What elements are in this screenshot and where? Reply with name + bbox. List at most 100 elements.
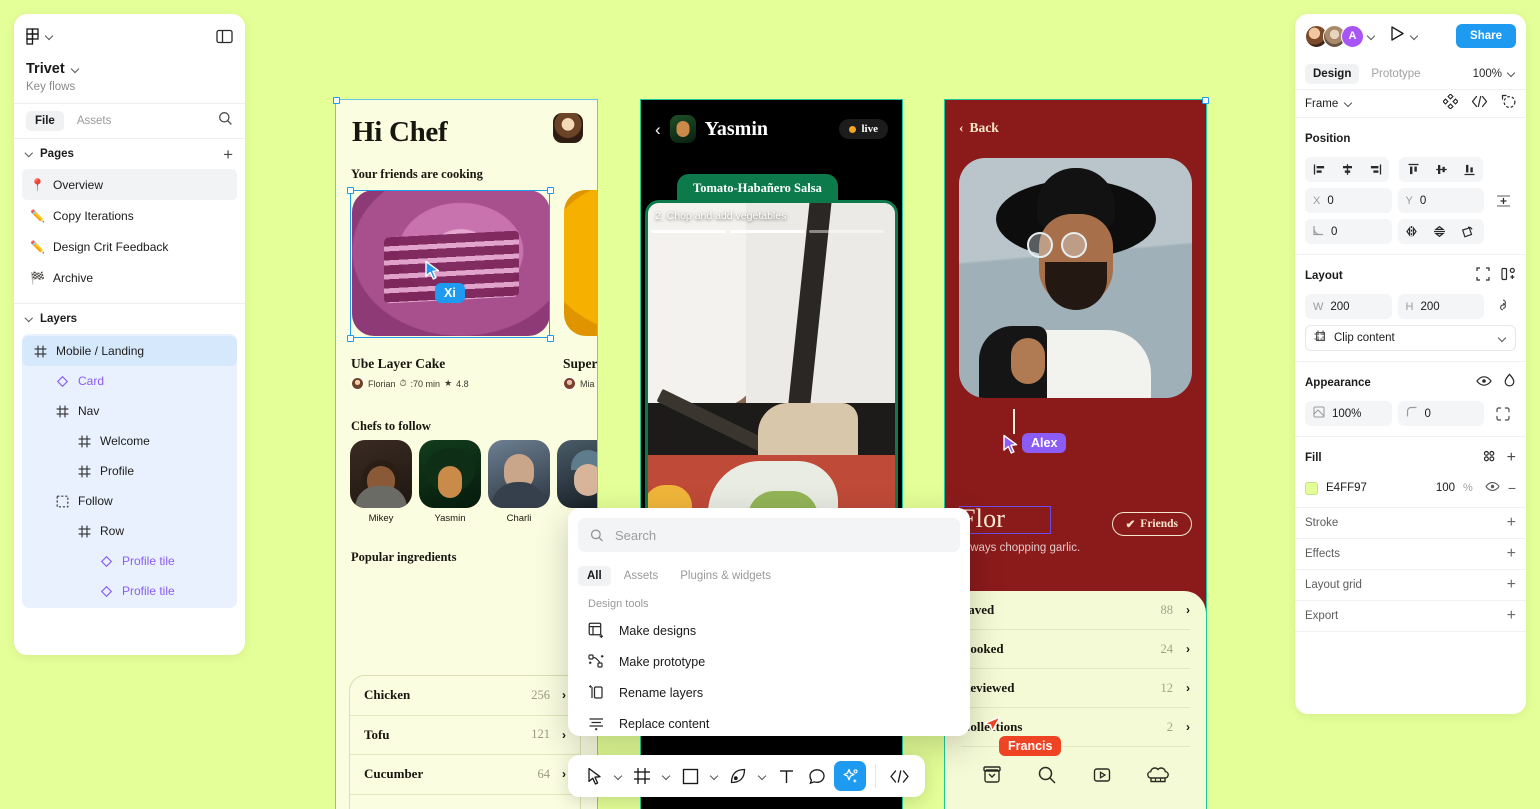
palette-tab-assets[interactable]: Assets: [615, 566, 668, 586]
individual-corners-icon[interactable]: [1490, 406, 1516, 421]
fill-color-swatch[interactable]: [1305, 481, 1318, 495]
stat-row[interactable]: Saved 88 ›: [961, 591, 1190, 630]
clip-content-dropdown[interactable]: Clip content: [1305, 325, 1516, 351]
present-button[interactable]: [1389, 25, 1405, 47]
align-middle-icon[interactable]: [1427, 157, 1455, 182]
rotation-field[interactable]: 0: [1305, 219, 1392, 244]
figma-menu-button[interactable]: [26, 27, 54, 45]
fill-visibility-eye-icon[interactable]: [1485, 479, 1500, 497]
ingredient-row[interactable]: Cucumber 64 ›: [350, 755, 580, 795]
tab-assets[interactable]: Assets: [68, 111, 121, 131]
shape-tool-chevron-down-icon[interactable]: [707, 761, 721, 791]
chevron-down-icon[interactable]: [26, 150, 34, 158]
chevron-right-icon[interactable]: ›: [562, 767, 566, 781]
palette-tab-all[interactable]: All: [578, 565, 611, 586]
fill-opacity-value[interactable]: 100: [1436, 482, 1455, 494]
profile-name-edit-box[interactable]: [959, 506, 1051, 534]
layer-item-profile-tile[interactable]: Profile tile: [22, 576, 237, 606]
layer-item-welcome[interactable]: Welcome: [22, 426, 237, 456]
create-component-icon[interactable]: [1501, 94, 1516, 114]
fill-hex-value[interactable]: E4FF97: [1326, 482, 1367, 494]
section-export[interactable]: Export +: [1295, 601, 1526, 632]
remove-fill-button[interactable]: −: [1508, 481, 1516, 495]
chevron-right-icon[interactable]: ›: [1186, 642, 1190, 656]
dev-mode-icon[interactable]: [885, 761, 913, 791]
archive-icon[interactable]: [981, 764, 1003, 786]
absolute-position-icon[interactable]: [1490, 194, 1516, 208]
toggle-panels-icon[interactable]: [216, 29, 233, 44]
opacity-field[interactable]: 100%: [1305, 401, 1392, 426]
resize-to-fit-icon[interactable]: [1476, 266, 1490, 286]
profile-hero-image[interactable]: [959, 158, 1192, 398]
stat-row[interactable]: Collections 2 ›: [961, 708, 1190, 747]
palette-item-rename-layers[interactable]: Rename layers: [568, 677, 970, 708]
add-export-button[interactable]: +: [1507, 608, 1516, 624]
selection-handle-bl[interactable]: [347, 335, 354, 342]
selection-handle-tr[interactable]: [547, 187, 554, 194]
back-chevron-icon[interactable]: ‹: [655, 121, 661, 138]
zoom-control[interactable]: 100%: [1473, 68, 1516, 80]
text-tool-icon[interactable]: [772, 761, 800, 791]
artboard-handle-tl[interactable]: [333, 97, 340, 104]
align-left-icon[interactable]: [1305, 157, 1333, 182]
palette-item-replace-content[interactable]: Replace content: [568, 708, 970, 736]
frame-tool-chevron-down-icon[interactable]: [659, 761, 673, 791]
code-icon[interactable]: [1471, 95, 1488, 113]
avatars-chevron-down-icon[interactable]: [1367, 32, 1376, 41]
palette-item-make-designs[interactable]: Make designs: [568, 615, 970, 646]
avatar-current-user[interactable]: A: [1341, 24, 1364, 48]
flip-horizontal-icon[interactable]: [1398, 219, 1426, 244]
section-stroke[interactable]: Stroke +: [1295, 508, 1526, 539]
search-icon[interactable]: [1036, 764, 1058, 786]
page-item-copy-iterations[interactable]: ✏️ Copy Iterations: [22, 200, 237, 231]
layer-item-profile-tile[interactable]: Profile tile: [22, 546, 237, 576]
visibility-eye-icon[interactable]: [1476, 374, 1492, 392]
chevron-right-icon[interactable]: ›: [562, 688, 566, 702]
frame-tool-icon[interactable]: [628, 761, 656, 791]
page-item-overview[interactable]: 📍 Overview: [22, 169, 237, 200]
palette-tab-plugins[interactable]: Plugins & widgets: [671, 566, 780, 586]
chevron-right-icon[interactable]: ›: [1186, 720, 1190, 734]
layer-item-nav[interactable]: Nav: [22, 396, 237, 426]
page-item-archive[interactable]: 🏁 Archive: [22, 262, 237, 293]
variants-icon[interactable]: [1442, 92, 1459, 114]
chevron-right-icon[interactable]: ›: [1186, 603, 1190, 617]
corner-radius-field[interactable]: 0: [1397, 401, 1484, 426]
search-icon[interactable]: [218, 111, 233, 131]
cursor-tool-icon[interactable]: [580, 761, 608, 791]
tab-file[interactable]: File: [26, 111, 64, 131]
palette-search-row[interactable]: [578, 518, 960, 552]
stat-row[interactable]: Cooked 24 ›: [961, 630, 1190, 669]
search-input[interactable]: [614, 527, 948, 543]
tab-prototype[interactable]: Prototype: [1363, 64, 1428, 84]
file-name-button[interactable]: Trivet: [26, 61, 233, 77]
ai-tool-icon[interactable]: [834, 761, 866, 791]
ingredient-row[interactable]: Tofu 121 ›: [350, 716, 580, 756]
stat-row[interactable]: Reviewed 12 ›: [961, 669, 1190, 708]
rotate-icon[interactable]: [1454, 219, 1482, 244]
friends-button[interactable]: ✔ Friends: [1111, 512, 1192, 536]
ingredient-row[interactable]: Chicken 256 ›: [350, 676, 580, 716]
tab-design[interactable]: Design: [1305, 63, 1360, 84]
back-button[interactable]: ‹ Back: [959, 120, 999, 136]
pen-tool-chevron-down-icon[interactable]: [755, 761, 769, 791]
height-field[interactable]: H 200: [1397, 294, 1484, 319]
chef-tile-0[interactable]: [350, 440, 412, 508]
x-position-field[interactable]: X 0: [1305, 188, 1392, 213]
width-field[interactable]: W 200: [1305, 294, 1392, 319]
layer-item-row[interactable]: Row: [22, 516, 237, 546]
chef-tile-1[interactable]: [419, 440, 481, 508]
artboard-profile[interactable]: ‹ Back Flor Always chopping garlic. ✔ Fr…: [944, 99, 1207, 809]
layer-item-mobile-landing[interactable]: Mobile / Landing: [22, 336, 237, 366]
add-auto-layout-icon[interactable]: [1501, 267, 1516, 286]
add-layout-grid-button[interactable]: +: [1507, 577, 1516, 593]
recipe-card-image-2[interactable]: [564, 190, 597, 336]
add-page-button[interactable]: +: [223, 146, 233, 163]
align-top-icon[interactable]: [1399, 157, 1427, 182]
chef-hat-icon[interactable]: [1146, 764, 1170, 786]
section-layout-grid[interactable]: Layout grid +: [1295, 570, 1526, 601]
chevron-down-icon[interactable]: [26, 315, 34, 323]
fill-styles-icon[interactable]: [1482, 449, 1496, 468]
flip-vertical-icon[interactable]: [1426, 219, 1454, 244]
selection-handle-br[interactable]: [547, 335, 554, 342]
